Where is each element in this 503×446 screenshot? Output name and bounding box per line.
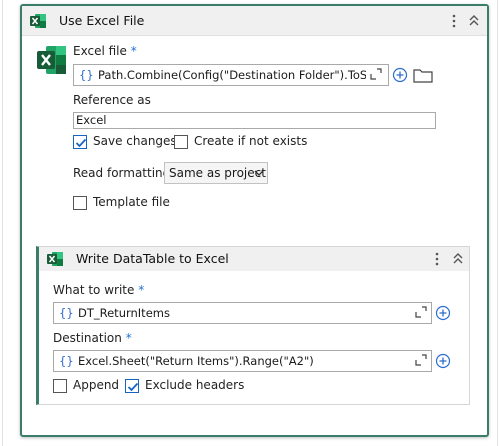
read-formatting-select[interactable]: Same as project: [164, 162, 268, 184]
add-plus-icon[interactable]: [392, 67, 408, 83]
expression-braces-icon: {}: [59, 306, 74, 320]
destination-value: Excel.Sheet("Return Items").Range("A2"): [78, 354, 314, 368]
checkmark-icon: [127, 382, 139, 392]
destination-label: Destination *: [53, 331, 132, 345]
chevron-down-icon: [254, 170, 264, 176]
collapse-icon[interactable]: [452, 252, 464, 266]
expression-braces-icon: {}: [59, 354, 74, 368]
save-changes-label: Save changes: [93, 134, 177, 148]
expression-braces-icon: {}: [79, 68, 94, 82]
add-plus-icon[interactable]: [435, 305, 451, 321]
expand-editor-icon[interactable]: [415, 306, 427, 318]
excel-file-label: Excel file *: [73, 44, 137, 58]
exclude-headers-checkbox[interactable]: [125, 379, 139, 393]
add-plus-icon[interactable]: [435, 353, 451, 369]
read-formatting-value: Same as project: [169, 166, 266, 180]
expand-editor-icon[interactable]: [415, 354, 427, 366]
reference-as-input[interactable]: [73, 112, 436, 129]
what-to-write-label: What to write *: [53, 283, 145, 297]
required-mark: *: [130, 44, 137, 58]
expand-editor-icon[interactable]: [370, 68, 382, 80]
reference-as-label: Reference as: [73, 93, 151, 107]
append-checkbox[interactable]: [53, 379, 67, 393]
checkmark-icon: [75, 138, 87, 148]
reference-as-value: Excel: [76, 113, 107, 127]
browse-folder-icon[interactable]: [413, 67, 433, 83]
more-options-icon[interactable]: [434, 251, 440, 267]
required-mark: *: [138, 283, 145, 297]
collapse-icon[interactable]: [468, 14, 480, 28]
excel-icon: [47, 252, 63, 266]
excel-file-icon: [37, 46, 66, 74]
use-excel-file-title: Use Excel File: [59, 13, 145, 28]
excel-file-value: Path.Combine(Config("Destination Folder"…: [98, 68, 366, 82]
write-datatable-title: Write DataTable to Excel: [76, 251, 229, 266]
excel-icon: [30, 14, 46, 28]
append-label: Append: [73, 378, 120, 392]
read-formatting-label: Read formatting: [73, 166, 171, 180]
right-panel-rule: [497, 0, 498, 446]
create-if-not-exists-label: Create if not exists: [194, 134, 308, 148]
more-options-icon[interactable]: [451, 13, 457, 29]
left-panel-rule: [2, 0, 3, 446]
create-if-not-exists-checkbox[interactable]: [174, 135, 188, 149]
template-file-label: Template file: [93, 195, 170, 209]
exclude-headers-label: Exclude headers: [145, 378, 245, 392]
template-file-checkbox[interactable]: [73, 196, 87, 210]
required-mark: *: [125, 331, 132, 345]
what-to-write-value: DT_ReturnItems: [78, 306, 170, 320]
save-changes-checkbox[interactable]: [73, 135, 87, 149]
